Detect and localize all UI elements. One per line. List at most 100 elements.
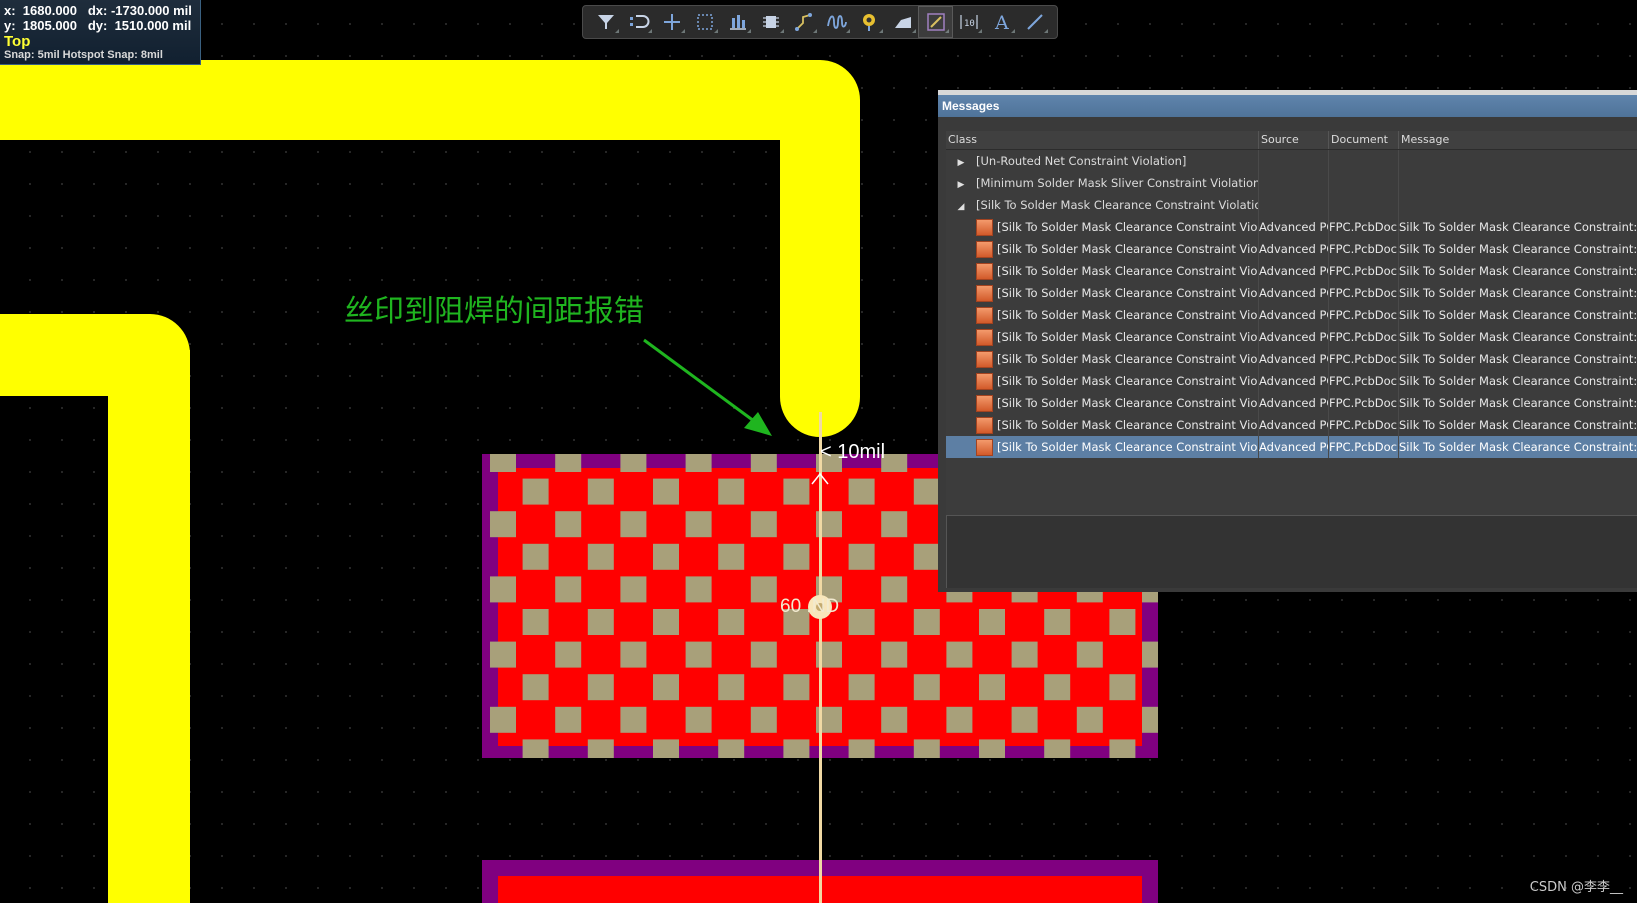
violation-document-cell: FPC.PcbDoc: [1329, 436, 1399, 458]
line-icon[interactable]: [1018, 7, 1051, 37]
violation-document-cell: FPC.PcbDoc: [1329, 414, 1399, 436]
violation-class-text: [Silk To Solder Mask Clearance Constrain…: [997, 286, 1258, 300]
message-group-row[interactable]: ▶ [Un-Routed Net Constraint Violation]: [946, 150, 1637, 172]
violation-class-text: [Silk To Solder Mask Clearance Constrain…: [997, 396, 1258, 410]
violation-class-text: [Silk To Solder Mask Clearance Constrain…: [997, 440, 1258, 454]
messages-panel-title: Messages: [938, 95, 1637, 117]
violation-source-cell: Advanced PC: [1259, 304, 1329, 326]
message-group-cell: ▶ [Un-Routed Net Constraint Violation]: [946, 150, 1259, 172]
dimension-label: < 10mil: [820, 441, 886, 463]
violation-icon: [976, 285, 993, 302]
expand-arrow-icon[interactable]: ▶: [946, 174, 976, 194]
collapse-arrow-icon[interactable]: ◢: [946, 196, 976, 216]
column-header-document[interactable]: Document: [1329, 131, 1399, 149]
empty-cell: [1259, 150, 1329, 172]
column-header-source[interactable]: Source: [1259, 131, 1329, 149]
dimension-icon[interactable]: 10: [952, 7, 985, 37]
expand-arrow-icon[interactable]: ▶: [946, 152, 976, 172]
violation-message-cell: Silk To Solder Mask Clearance Constraint…: [1399, 286, 1637, 300]
violation-icon: [976, 263, 993, 280]
coordinate-hud: x: 1680.000 dx: -1730.000 mil y: 1805.00…: [0, 0, 201, 65]
violation-document-cell: FPC.PcbDoc: [1329, 348, 1399, 370]
message-group-row[interactable]: ▶ [Minimum Solder Mask Sliver Constraint …: [946, 172, 1637, 194]
violation-row[interactable]: [Silk To Solder Mask Clearance Constrain…: [946, 216, 1637, 238]
violation-class-cell: [Silk To Solder Mask Clearance Constrain…: [946, 326, 1259, 348]
violation-icon: [976, 241, 993, 258]
messages-header-row: Class Source Document Message: [946, 131, 1637, 150]
annotation-arrow: [643, 338, 772, 436]
violation-source-cell: Advanced PC: [1259, 326, 1329, 348]
violation-message-cell: Silk To Solder Mask Clearance Constraint…: [1399, 352, 1637, 366]
violation-icon: [976, 329, 993, 346]
interactive-route-icon[interactable]: [622, 7, 655, 37]
violation-row[interactable]: [Silk To Solder Mask Clearance Constrain…: [946, 326, 1637, 348]
violation-document-cell: FPC.PcbDoc: [1329, 282, 1399, 304]
violation-document-cell: FPC.PcbDoc: [1329, 216, 1399, 238]
violation-icon: [976, 395, 993, 412]
violation-class-text: [Silk To Solder Mask Clearance Constrain…: [997, 352, 1258, 366]
violation-source-cell: Advanced PC: [1259, 436, 1329, 458]
message-group-label: [Silk To Solder Mask Clearance Constrain…: [976, 198, 1259, 212]
empty-cell: [1399, 194, 1637, 216]
violation-document-cell: FPC.PcbDoc: [1329, 370, 1399, 392]
column-header-message[interactable]: Message: [1399, 131, 1637, 149]
filter-icon[interactable]: [589, 7, 622, 37]
messages-detail-area: [946, 515, 1637, 588]
violation-class-text: [Silk To Solder Mask Clearance Constrain…: [997, 330, 1258, 344]
violation-class-cell: [Silk To Solder Mask Clearance Constrain…: [946, 414, 1259, 436]
message-group-cell: ◢ [Silk To Solder Mask Clearance Constrai…: [946, 194, 1259, 216]
active-bar-toolbar: 10 A: [582, 5, 1058, 39]
violation-row[interactable]: [Silk To Solder Mask Clearance Constrain…: [946, 436, 1637, 458]
crosshair-add-icon[interactable]: [655, 7, 688, 37]
violation-document-cell: FPC.PcbDoc: [1329, 392, 1399, 414]
violation-class-cell: [Silk To Solder Mask Clearance Constrain…: [946, 348, 1259, 370]
violation-row[interactable]: [Silk To Solder Mask Clearance Constrain…: [946, 370, 1637, 392]
violation-icon: [976, 373, 993, 390]
select-rectangle-icon[interactable]: [688, 7, 721, 37]
violation-row[interactable]: [Silk To Solder Mask Clearance Constrain…: [946, 238, 1637, 260]
column-header-class[interactable]: Class: [946, 131, 1259, 149]
violation-message-cell: Silk To Solder Mask Clearance Constraint…: [1399, 396, 1637, 410]
empty-cell: [1399, 172, 1637, 194]
violation-row[interactable]: [Silk To Solder Mask Clearance Constrain…: [946, 414, 1637, 436]
violation-icon: [976, 307, 993, 324]
violation-row[interactable]: [Silk To Solder Mask Clearance Constrain…: [946, 304, 1637, 326]
violation-class-text: [Silk To Solder Mask Clearance Constrain…: [997, 264, 1258, 278]
text-icon[interactable]: A: [985, 7, 1018, 37]
violation-source-cell: Advanced PC: [1259, 282, 1329, 304]
violation-row[interactable]: [Silk To Solder Mask Clearance Constrain…: [946, 260, 1637, 282]
violation-document-cell: FPC.PcbDoc: [1329, 326, 1399, 348]
violation-class-text: [Silk To Solder Mask Clearance Constrain…: [997, 308, 1258, 322]
violation-class-text: [Silk To Solder Mask Clearance Constrain…: [997, 418, 1258, 432]
hud-layer-name: Top: [4, 33, 31, 50]
empty-cell: [1259, 194, 1329, 216]
violation-icon: [976, 351, 993, 368]
violation-source-cell: Advanced PC: [1259, 216, 1329, 238]
violation-class-cell: [Silk To Solder Mask Clearance Constrain…: [946, 436, 1259, 458]
violation-source-cell: Advanced PC: [1259, 348, 1329, 370]
silkscreen-track-top[interactable]: [0, 60, 860, 140]
silkscreen-track-vertical-right[interactable]: [780, 100, 860, 437]
via-place-icon[interactable]: [853, 7, 886, 37]
violation-document-cell: FPC.PcbDoc: [1329, 260, 1399, 282]
violation-row[interactable]: [Silk To Solder Mask Clearance Constrain…: [946, 282, 1637, 304]
violation-row[interactable]: [Silk To Solder Mask Clearance Constrain…: [946, 348, 1637, 370]
message-group-label: [Minimum Solder Mask Sliver Constraint V…: [976, 176, 1259, 190]
violation-message-cell: Silk To Solder Mask Clearance Constraint…: [1399, 264, 1637, 278]
component-icon[interactable]: [754, 7, 787, 37]
violation-class-cell: [Silk To Solder Mask Clearance Constrain…: [946, 392, 1259, 414]
violation-class-cell: [Silk To Solder Mask Clearance Constrain…: [946, 260, 1259, 282]
violation-row[interactable]: [Silk To Solder Mask Clearance Constrain…: [946, 392, 1637, 414]
polygon-pour-icon[interactable]: [886, 7, 919, 37]
align-icon[interactable]: [721, 7, 754, 37]
message-group-row[interactable]: ◢ [Silk To Solder Mask Clearance Constrai…: [946, 194, 1637, 216]
svg-text:A: A: [994, 12, 1009, 32]
empty-cell: [1329, 194, 1399, 216]
hud-y-readout: y: 1805.000 dy: 1510.000 mil: [4, 18, 192, 33]
violation-class-text: [Silk To Solder Mask Clearance Constrain…: [997, 220, 1258, 234]
violation-class-cell: [Silk To Solder Mask Clearance Constrain…: [946, 216, 1259, 238]
route-multiple-icon[interactable]: [787, 7, 820, 37]
track-route-icon[interactable]: [918, 6, 953, 38]
length-tuning-icon[interactable]: [820, 7, 853, 37]
silkscreen-track-left-vertical[interactable]: [108, 350, 190, 903]
